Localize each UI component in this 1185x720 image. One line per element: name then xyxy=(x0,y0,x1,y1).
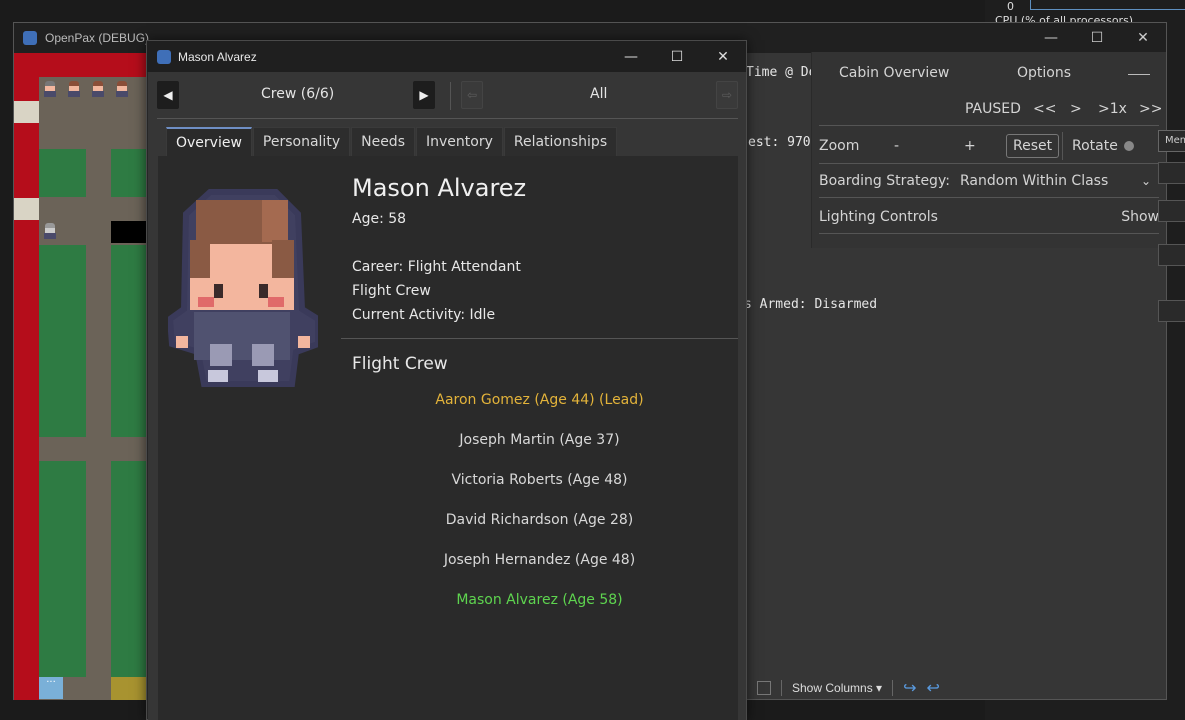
cpu-value: 0 xyxy=(1007,0,1014,13)
seat-block xyxy=(39,149,86,197)
back-arrow-button[interactable]: ⇦ xyxy=(461,81,483,109)
minimize-button[interactable]: — xyxy=(1028,23,1074,53)
tab-options[interactable]: Options xyxy=(1017,65,1071,81)
boarding-strategy-select[interactable]: Random Within Class xyxy=(960,173,1108,189)
character-tabs: Overview Personality Needs Inventory Rel… xyxy=(166,127,618,157)
character-activity: Current Activity: Idle xyxy=(352,307,496,323)
crew-sprite[interactable] xyxy=(66,81,82,97)
close-button[interactable]: ✕ xyxy=(1120,23,1166,53)
empty-slot xyxy=(111,221,147,243)
app-icon xyxy=(157,49,171,64)
galley-icon: ··· xyxy=(39,677,63,699)
maximize-button[interactable]: ☐ xyxy=(1074,23,1120,53)
cabin-map[interactable]: ··· xyxy=(14,53,147,700)
zoom-out-button[interactable]: - xyxy=(894,138,899,154)
character-name: Mason Alvarez xyxy=(352,174,527,202)
rewind-button[interactable]: << xyxy=(1033,101,1056,117)
crew-section-title: Flight Crew xyxy=(352,354,448,374)
tab-cabin-overview[interactable]: Cabin Overview xyxy=(839,65,949,81)
speed-button[interactable]: >1x xyxy=(1098,101,1127,117)
cabin-door xyxy=(14,101,39,123)
crew-sprite[interactable] xyxy=(90,81,106,97)
minimize-button[interactable]: — xyxy=(608,41,654,72)
seat-block xyxy=(111,245,147,437)
rotate-toggle[interactable] xyxy=(1124,140,1134,151)
openpax-title: OpenPax (DEBUG) xyxy=(45,31,150,45)
maximize-button[interactable]: ☐ xyxy=(654,41,700,72)
boarding-label: Boarding Strategy: xyxy=(819,172,950,189)
cpu-graph xyxy=(1030,0,1185,10)
crew-sprite[interactable] xyxy=(42,81,58,97)
side-tab[interactable] xyxy=(1158,162,1185,184)
side-tab[interactable] xyxy=(1158,300,1185,322)
lighting-show-button[interactable]: Show xyxy=(1121,209,1159,225)
chevron-down-icon[interactable]: ⌄ xyxy=(1141,174,1151,188)
desktop: 0 CPU (% of all processors) OpenPax (DEB… xyxy=(0,0,1185,720)
undo-icon[interactable]: ↪ xyxy=(903,678,916,698)
tab-overview[interactable]: Overview xyxy=(166,127,252,157)
app-icon xyxy=(23,31,37,45)
overview-panel: Mason Alvarez Age: 58 Career: Flight Att… xyxy=(158,156,738,720)
crew-group-label: Crew (6/6) xyxy=(261,86,335,102)
crew-member-link[interactable]: Joseph Hernandez (Age 48) xyxy=(341,552,738,568)
side-tab[interactable] xyxy=(1158,244,1185,266)
zoom-label: Zoom xyxy=(819,137,860,154)
character-window-title: Mason Alvarez xyxy=(178,49,257,64)
seat-block xyxy=(39,245,86,437)
character-career: Career: Flight Attendant xyxy=(352,259,521,275)
reset-button[interactable]: Reset xyxy=(1006,133,1060,158)
filter-label: All xyxy=(590,86,608,102)
character-titlebar[interactable]: Mason Alvarez — ☐ ✕ xyxy=(147,41,746,72)
boarding-row: Boarding Strategy: Random Within Class ⌄ xyxy=(819,164,1159,198)
playback-row: PAUSED << > >1x >> xyxy=(819,92,1162,126)
list-icon[interactable] xyxy=(757,681,771,695)
status-bar: Show Columns ▾ ↪ ↩ xyxy=(733,676,1153,700)
crew-sprite[interactable] xyxy=(42,223,58,239)
cabin-door xyxy=(14,198,39,220)
next-crew-button[interactable]: ▶ xyxy=(413,81,435,109)
zoom-in-button[interactable]: + xyxy=(964,138,976,154)
seat-block xyxy=(111,461,147,677)
character-portrait xyxy=(168,189,318,387)
lighting-label: Lighting Controls xyxy=(819,208,938,225)
crew-member-link[interactable]: David Richardson (Age 28) xyxy=(341,512,738,528)
crew-member-link[interactable]: Mason Alvarez (Age 58) xyxy=(341,592,738,608)
character-window-body: ◀ Crew (6/6) ▶ ⇦ All ⇨ Overview Personal… xyxy=(148,72,746,720)
fast-forward-button[interactable]: >> xyxy=(1139,101,1162,117)
paused-status: PAUSED xyxy=(965,100,1021,117)
crew-member-link[interactable]: Victoria Roberts (Age 48) xyxy=(341,472,738,488)
tab-inventory[interactable]: Inventory xyxy=(416,127,503,157)
zoom-row: Zoom - + Reset Rotate xyxy=(819,128,1159,164)
tab-needs[interactable]: Needs xyxy=(351,127,415,157)
previous-crew-button[interactable]: ◀ xyxy=(157,81,179,109)
seat-block xyxy=(111,149,147,197)
lighting-row: Lighting Controls Show xyxy=(819,200,1159,234)
side-tab[interactable] xyxy=(1158,200,1185,222)
forward-arrow-button[interactable]: ⇨ xyxy=(716,81,738,109)
info-line: s Armed: Disarmed xyxy=(744,297,878,312)
tab-personality[interactable]: Personality xyxy=(252,127,351,157)
character-group: Flight Crew xyxy=(352,283,431,299)
character-age: Age: 58 xyxy=(352,211,407,227)
play-button[interactable]: > xyxy=(1070,101,1082,117)
character-window: Mason Alvarez — ☐ ✕ ◀ Crew (6/6) ▶ ⇦ All… xyxy=(146,40,747,720)
cabin-overview-panel: Cabin Overview Options PAUSED << > >1x >… xyxy=(811,52,1166,248)
bottom-slot xyxy=(111,677,147,700)
seat-block xyxy=(39,461,86,677)
crew-navigation: ◀ Crew (6/6) ▶ ⇦ All ⇨ xyxy=(157,80,741,112)
show-columns-button[interactable]: Show Columns ▾ xyxy=(792,681,882,695)
tab-relationships[interactable]: Relationships xyxy=(503,127,618,157)
close-button[interactable]: ✕ xyxy=(700,41,746,72)
redo-icon[interactable]: ↩ xyxy=(926,678,939,698)
crew-member-link[interactable]: Aaron Gomez (Age 44) (Lead) xyxy=(341,392,738,408)
crew-member-link[interactable]: Joseph Martin (Age 37) xyxy=(341,432,738,448)
tab-overflow-line xyxy=(1128,74,1150,75)
rotate-label: Rotate xyxy=(1072,137,1118,154)
crew-sprite[interactable] xyxy=(114,81,130,97)
side-tab[interactable]: Mem xyxy=(1158,130,1185,152)
